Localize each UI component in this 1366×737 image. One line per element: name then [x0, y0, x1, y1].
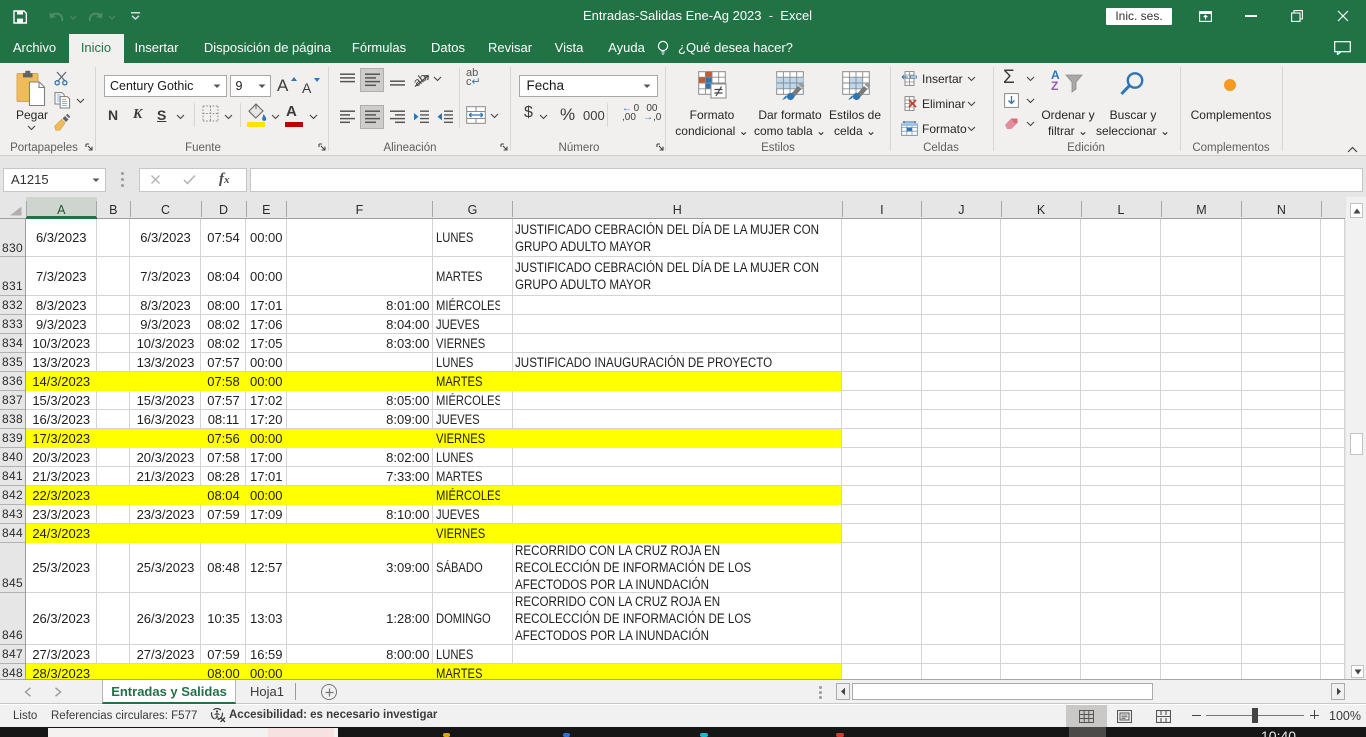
- svg-text:ab: ab: [411, 70, 430, 89]
